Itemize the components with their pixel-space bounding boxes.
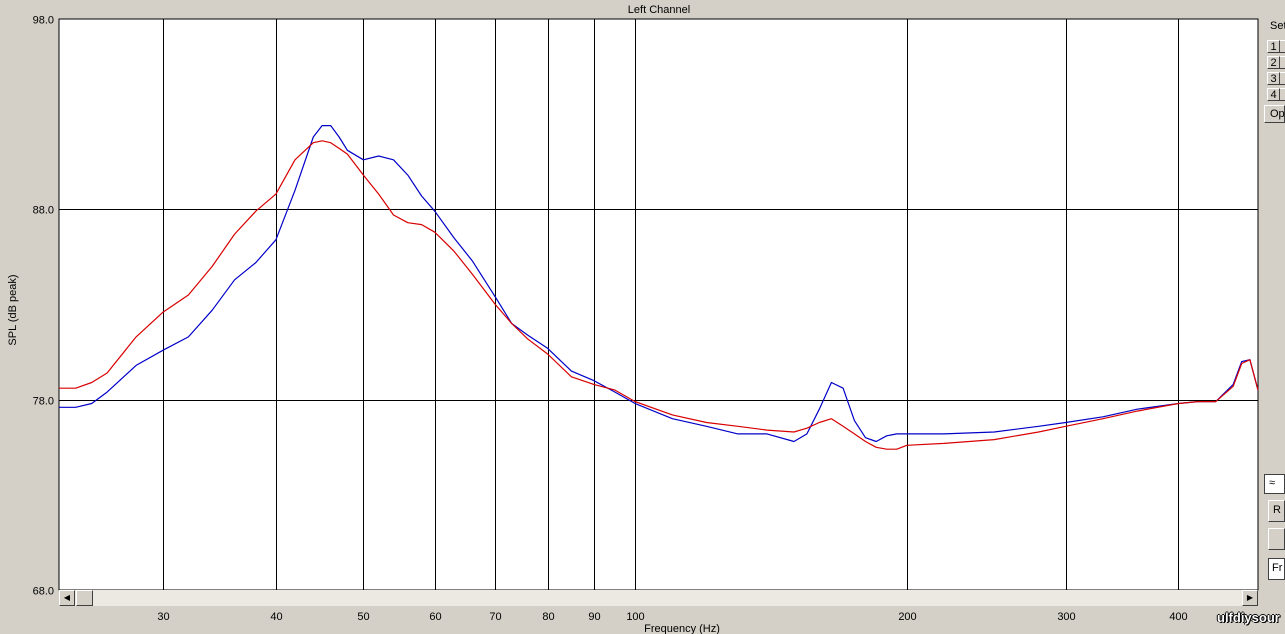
blank-button[interactable] xyxy=(1268,528,1285,550)
set-label: Set xyxy=(1270,20,1285,32)
y-tick-label: 98.0 xyxy=(33,15,54,27)
arrow-left-icon: ◀ xyxy=(63,593,71,602)
r-button[interactable]: R xyxy=(1268,500,1285,522)
x-tick-label: 30 xyxy=(157,611,169,623)
options-button[interactable]: Op xyxy=(1264,105,1285,123)
x-axis-title: Frequency (Hz) xyxy=(644,623,720,634)
x-tick-label: 40 xyxy=(270,611,282,623)
set-button-4-edge xyxy=(1280,88,1285,101)
x-tick-label: 50 xyxy=(357,611,369,623)
x-tick-label: 80 xyxy=(542,611,554,623)
frequency-field[interactable]: Fr xyxy=(1268,558,1285,580)
y-tick-label: 68.0 xyxy=(33,586,54,598)
chart-title: Left Channel xyxy=(628,4,690,16)
waveform-button[interactable]: ≈ xyxy=(1264,474,1285,494)
scroll-left-button[interactable]: ◀ xyxy=(59,590,75,606)
y-axis-title: SPL (dB peak) xyxy=(7,274,19,345)
horizontal-scrollbar[interactable] xyxy=(59,590,1258,606)
set-button-2[interactable]: 2 xyxy=(1267,56,1280,69)
set-button-2-edge xyxy=(1280,56,1285,69)
x-tick-label: 60 xyxy=(429,611,441,623)
y-tick-label: 78.0 xyxy=(33,396,54,408)
x-tick-label: 400 xyxy=(1169,611,1187,623)
scroll-thumb[interactable] xyxy=(76,590,93,606)
set-button-3-edge xyxy=(1280,72,1285,85)
y-tick-label: 88.0 xyxy=(33,205,54,217)
x-tick-label: 100 xyxy=(626,611,644,623)
x-tick-label: 90 xyxy=(588,611,600,623)
x-tick-label: 70 xyxy=(489,611,501,623)
x-tick-label: 300 xyxy=(1057,611,1075,623)
set-button-3[interactable]: 3 xyxy=(1267,72,1280,85)
set-button-1[interactable]: 1 xyxy=(1267,40,1280,53)
watermark: ulfdiysour xyxy=(1217,610,1280,625)
set-button-4[interactable]: 4 xyxy=(1267,88,1280,101)
arrow-right-icon: ▶ xyxy=(1246,593,1254,602)
chart: Left Channel 30 40 50 60 70 80 90 100 200 300 400 … xyxy=(7,4,1259,634)
plot-area xyxy=(58,18,1259,591)
waveform-icon: ≈ xyxy=(1269,477,1276,489)
scroll-right-button[interactable]: ▶ xyxy=(1242,590,1258,606)
set-button-1-edge xyxy=(1280,40,1285,53)
x-tick-label: 200 xyxy=(898,611,916,623)
